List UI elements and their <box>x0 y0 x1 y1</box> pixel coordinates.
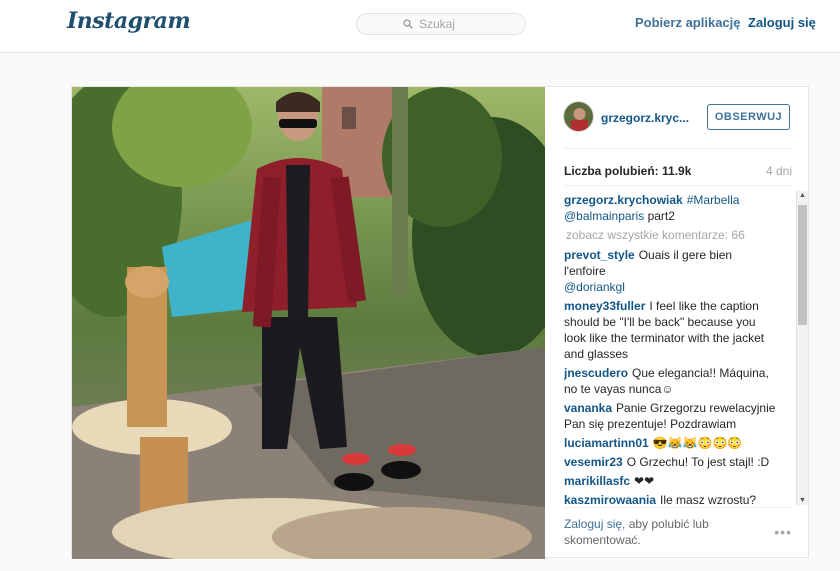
comment-row: luciamartinn01 😎😹😹😳😳😳 <box>564 435 776 451</box>
scroll-down-icon[interactable]: ▼ <box>799 497 806 504</box>
comments-list[interactable]: grzegorz.krychowiak #Marbella @balmainpar… <box>564 192 776 505</box>
login-prompt: Zaloguj się, aby polubić lub skomentować… <box>564 516 754 548</box>
scroll-up-icon[interactable]: ▲ <box>799 192 806 199</box>
caption: grzegorz.krychowiak #Marbella @balmainpar… <box>564 192 776 224</box>
divider <box>563 148 792 149</box>
comment-mention[interactable]: @doriankgl <box>564 280 625 294</box>
comment-row: kaszmirowaania Ile masz wzrostu? <box>564 492 776 505</box>
post-username[interactable]: grzegorz.kryc... <box>601 111 693 125</box>
caption-username[interactable]: grzegorz.krychowiak <box>564 193 683 207</box>
instagram-logo[interactable]: Instagram <box>67 8 191 34</box>
post-time[interactable]: 4 dni <box>766 164 792 178</box>
comments-scrollbar[interactable]: ▲ ▼ <box>796 191 808 505</box>
post-sidebar: grzegorz.kryc... OBSERWUJ Liczba polubie… <box>545 87 810 559</box>
divider <box>563 507 792 508</box>
login-link[interactable]: Zaloguj się <box>748 15 816 30</box>
comment-username[interactable]: marikillasfc <box>564 474 630 488</box>
top-bar: Instagram Pobierz aplikację Zaloguj się <box>0 0 840 53</box>
login-prompt-link[interactable]: Zaloguj się <box>564 517 622 531</box>
photo-image <box>72 87 545 559</box>
comment-username[interactable]: jnescudero <box>564 366 628 380</box>
likes-count: Liczba polubień: 11.9k <box>564 164 691 178</box>
comment-row: prevot_style Ouais il gere bien l'enfoire… <box>564 247 776 295</box>
scrollbar-thumb[interactable] <box>798 205 807 325</box>
post-card: grzegorz.kryc... OBSERWUJ Liczba polubie… <box>71 86 810 559</box>
comment-row: jnescudero Que elegancia!! Máquina, no te… <box>564 365 776 397</box>
comment-username[interactable]: vananka <box>564 401 612 415</box>
comment-username[interactable]: prevot_style <box>564 248 635 262</box>
post-photo[interactable] <box>72 87 545 559</box>
divider <box>563 185 792 186</box>
post-header: grzegorz.kryc... OBSERWUJ <box>563 101 792 134</box>
comment-row: money33fuller I feel like the caption sho… <box>564 298 776 362</box>
caption-text: part2 <box>647 209 675 223</box>
search-box[interactable] <box>356 13 526 35</box>
comment-row: vesemir23 O Grzechu! To jest stajl! :D <box>564 454 776 470</box>
comment-row: vananka Panie Grzegorzu rewelacyjnie Pan … <box>564 400 776 432</box>
follow-button[interactable]: OBSERWUJ <box>707 104 790 130</box>
likes-label: Liczba polubień: <box>564 164 659 178</box>
comment-row: marikillasfc ❤❤ <box>564 473 776 489</box>
more-options-icon[interactable]: ••• <box>774 524 792 540</box>
search-icon <box>403 19 413 29</box>
comment-text: Ile masz wzrostu? <box>660 493 757 505</box>
comment-text: O Grzechu! To jest stajl! :D <box>626 455 770 469</box>
comment-username[interactable]: vesemir23 <box>564 455 623 469</box>
caption-hashtag[interactable]: #Marbella <box>687 193 740 207</box>
comment-username[interactable]: money33fuller <box>564 299 645 313</box>
comment-text: ❤❤ <box>634 474 655 488</box>
comment-username[interactable]: luciamartinn01 <box>564 436 649 450</box>
avatar-image <box>564 102 593 131</box>
get-app-link[interactable]: Pobierz aplikację <box>635 15 741 30</box>
likes-value[interactable]: 11.9k <box>662 164 691 178</box>
comment-username[interactable]: kaszmirowaania <box>564 493 656 505</box>
search-input[interactable] <box>419 17 479 31</box>
view-all-comments-link[interactable]: zobacz wszystkie komentarze: 66 <box>566 227 776 243</box>
comment-text: 😎😹😹😳😳😳 <box>652 436 743 450</box>
caption-mention[interactable]: @balmainparis <box>564 209 644 223</box>
avatar[interactable] <box>563 101 594 132</box>
